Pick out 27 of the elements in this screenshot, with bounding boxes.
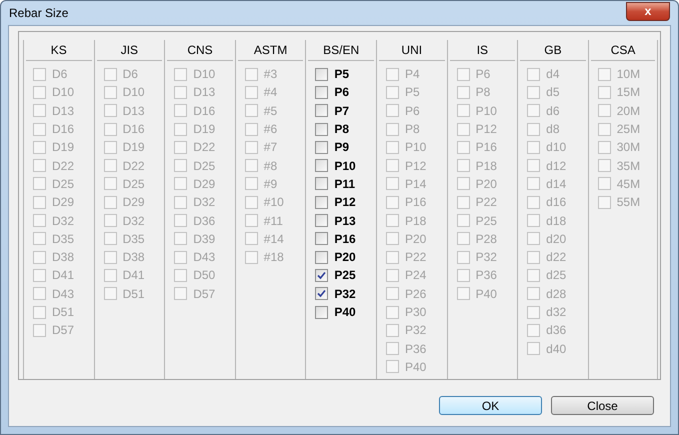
size-checkbox[interactable]: P6 [315,83,352,102]
size-checkbox[interactable]: P13 [315,211,358,230]
size-checkbox[interactable]: P10 [315,156,358,175]
column-header: UNI [401,42,422,59]
size-checkbox[interactable]: P12 [315,193,358,212]
column-header: BS/EN [323,42,360,59]
dialog-button[interactable]: Close [551,396,654,415]
size-checkbox[interactable]: P11 [315,174,358,194]
size-checkbox[interactable]: P16 [315,230,358,248]
size-checkbox[interactable]: P40 [315,302,358,322]
column-header: GB [544,42,562,59]
dialog-button[interactable]: OK [439,396,542,415]
size-checkbox[interactable]: P5 [315,65,352,84]
size-checkbox[interactable]: P8 [315,120,352,138]
column-header: CNS [187,42,213,59]
size-checkbox[interactable]: P20 [315,248,358,266]
size-checkbox[interactable]: P32 [315,284,358,303]
window-title: Rebar Size [8,5,68,22]
column-header: JIS [120,42,138,59]
column-header: ASTM [254,42,288,59]
column-header: IS [476,42,488,59]
column-header: CSA [610,42,636,59]
size-checkbox[interactable]: P9 [315,138,352,156]
column-header: KS [50,42,67,59]
size-checkbox[interactable]: P7 [315,102,352,120]
size-checkbox[interactable]: P25 [315,266,358,285]
title-bar-x-button[interactable]: x [626,2,670,20]
